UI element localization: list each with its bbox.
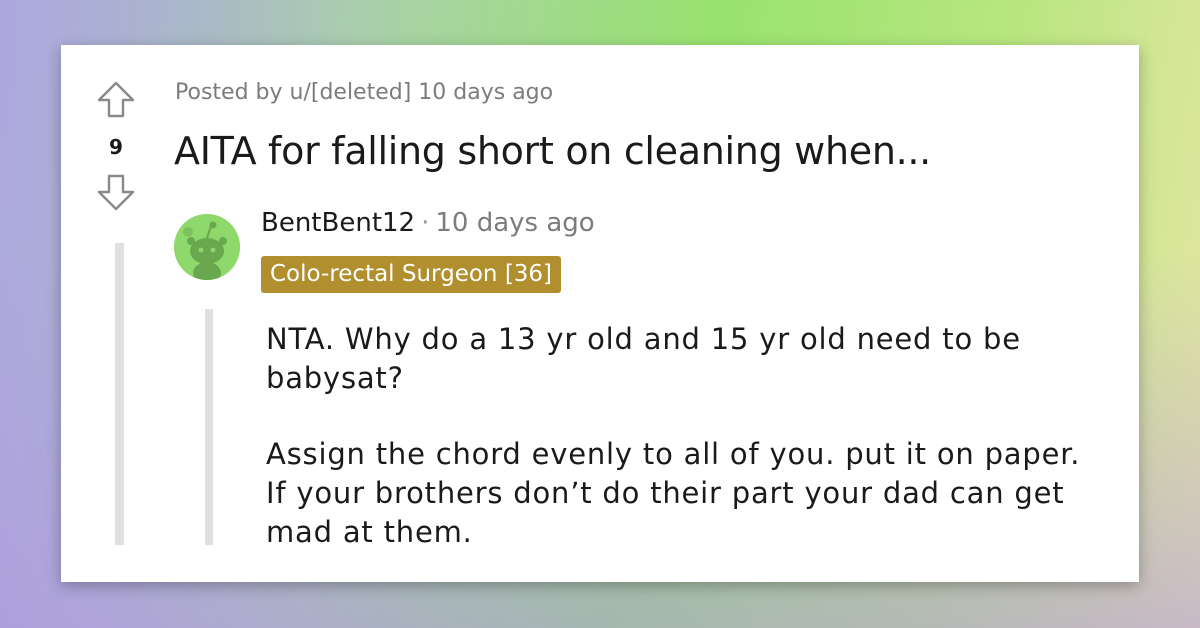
post-thread-line[interactable] (115, 243, 124, 545)
vote-column: 9 (95, 79, 137, 213)
comment-author[interactable]: BentBent12 (261, 208, 415, 238)
comment-body: NTA. Why do a 13 yr old and 15 yr old ne… (266, 320, 1086, 589)
post-card: 9 Posted by u/[deleted] 10 days ago AITA… (61, 45, 1139, 582)
upvote-arrow-icon[interactable] (95, 79, 137, 121)
vote-count: 9 (109, 135, 123, 159)
snoo-avatar-icon[interactable] (174, 214, 240, 280)
comment-paragraph: Assign the chord evenly to all of you. p… (266, 437, 1081, 549)
user-flair: Colo-rectal Surgeon [36] (261, 256, 562, 293)
comment-time: 10 days ago (435, 208, 595, 238)
comment-paragraph: NTA. Why do a 13 yr old and 15 yr old ne… (266, 322, 1021, 395)
comment-thread-line[interactable] (205, 309, 213, 545)
downvote-arrow-icon[interactable] (95, 171, 137, 213)
post-title[interactable]: AITA for falling short on cleaning when.… (174, 129, 931, 173)
post-meta: Posted by u/[deleted] 10 days ago (175, 80, 554, 105)
meta-separator: · (421, 208, 430, 238)
comment-header: BentBent12 · 10 days ago (261, 208, 595, 238)
